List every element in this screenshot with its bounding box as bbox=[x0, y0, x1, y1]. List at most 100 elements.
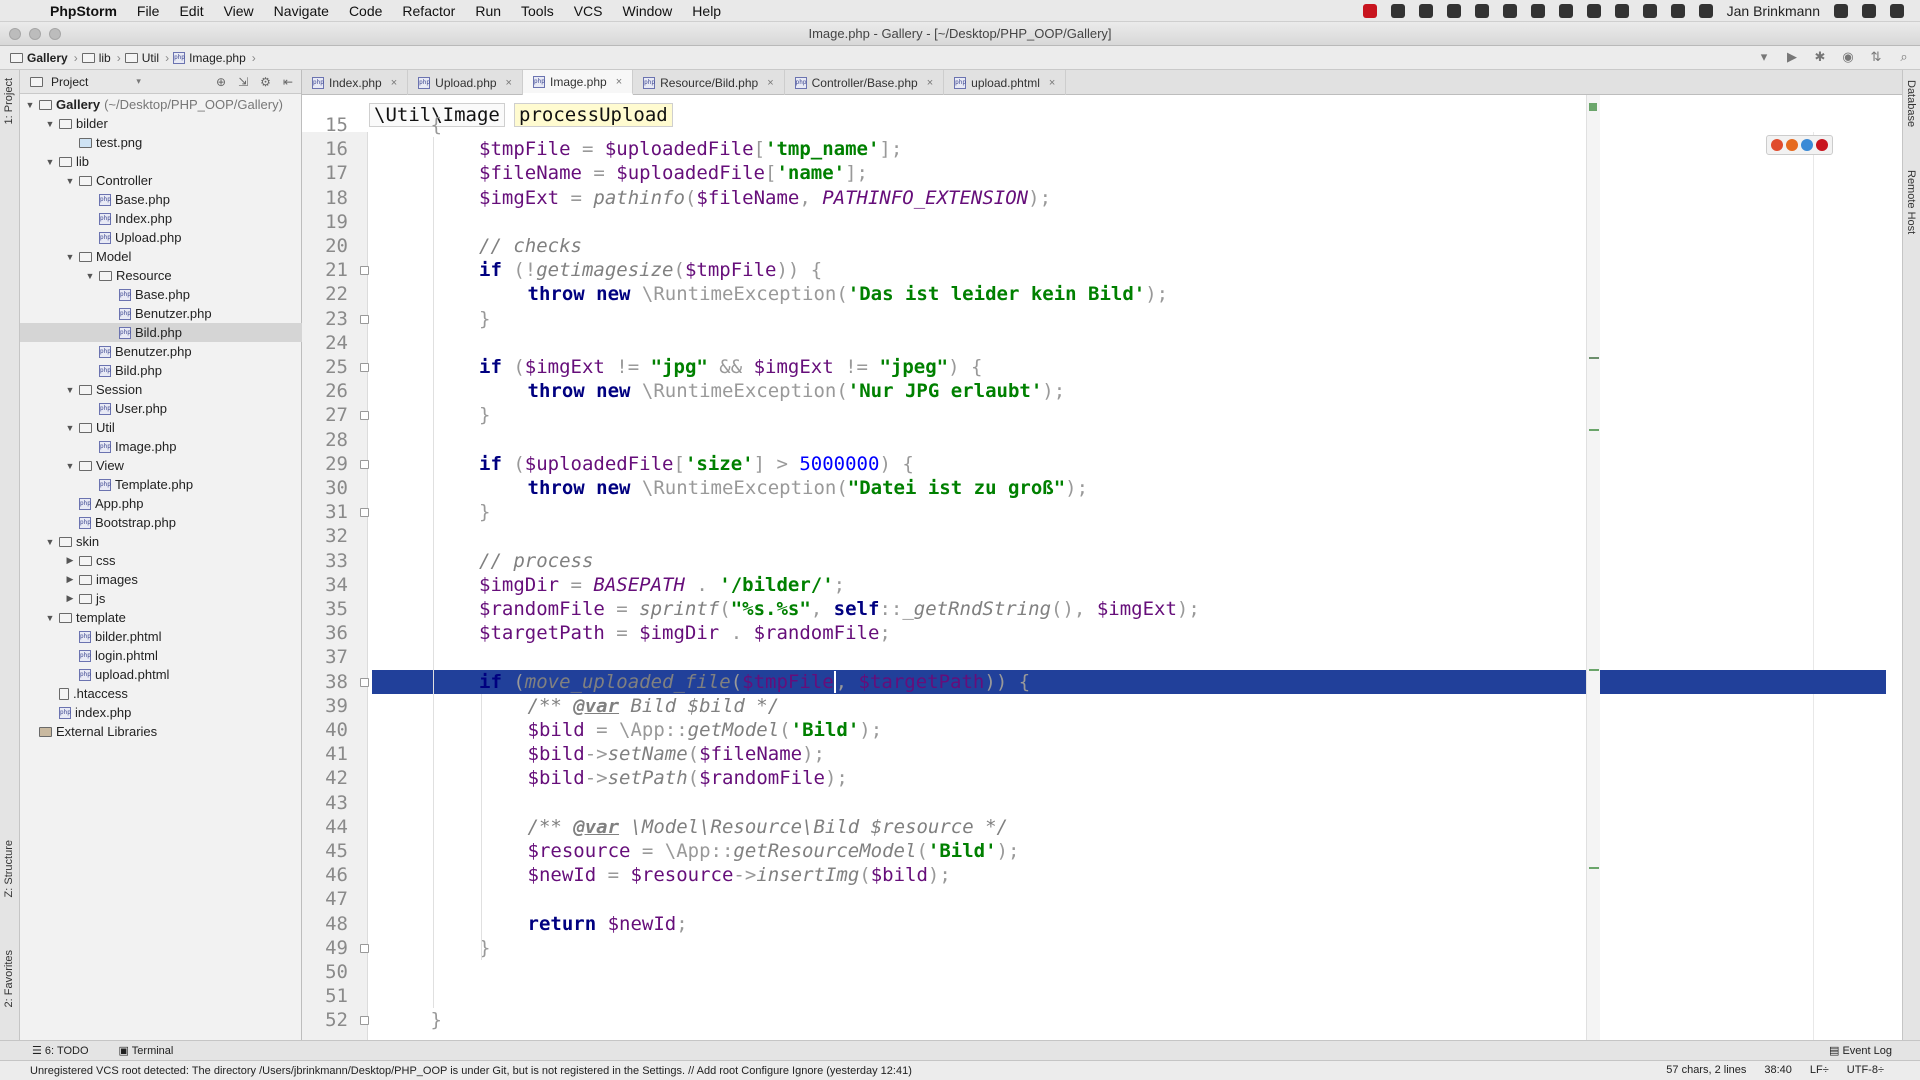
time-machine-icon[interactable] bbox=[1698, 4, 1713, 18]
menu-help[interactable]: Help bbox=[682, 3, 731, 19]
line-number[interactable]: 21 bbox=[302, 258, 348, 282]
collapse-arrow-icon[interactable]: ▶ bbox=[64, 574, 76, 585]
line-number[interactable]: 19 bbox=[302, 210, 348, 234]
line-number[interactable]: 27 bbox=[302, 403, 348, 427]
tray-cloud-icon[interactable] bbox=[1530, 4, 1545, 18]
caret-position[interactable]: 38:40 bbox=[1764, 1064, 1792, 1076]
tray-display-icon[interactable] bbox=[1586, 4, 1601, 18]
tree-item[interactable]: php Bild.php bbox=[20, 323, 302, 342]
code-line[interactable]: if ($imgExt != "jpg" && $imgExt != "jpeg… bbox=[479, 355, 982, 379]
expand-arrow-icon[interactable]: ▼ bbox=[64, 461, 76, 471]
error-stripe-mark[interactable] bbox=[1589, 867, 1599, 869]
fold-marker-icon[interactable] bbox=[360, 459, 369, 469]
volume-icon[interactable] bbox=[1642, 4, 1657, 18]
tree-item[interactable]: php Benutzer.php bbox=[20, 342, 302, 361]
tree-item[interactable]: php Index.php bbox=[20, 209, 302, 228]
tree-item[interactable]: php Benutzer.php bbox=[20, 304, 302, 323]
error-stripe-mark[interactable] bbox=[1589, 429, 1599, 431]
chevron-down-icon[interactable]: ▾ bbox=[136, 76, 141, 87]
expand-arrow-icon[interactable]: ▼ bbox=[84, 271, 96, 281]
line-number[interactable]: 30 bbox=[302, 476, 348, 500]
tree-item[interactable]: ▶ js bbox=[20, 589, 302, 608]
fold-marker-icon[interactable] bbox=[360, 363, 369, 372]
breadcrumb-method[interactable]: processUpload bbox=[514, 103, 673, 127]
menu-run[interactable]: Run bbox=[465, 3, 511, 19]
collapse-arrow-icon[interactable]: ▶ bbox=[64, 593, 76, 604]
tree-item[interactable]: ▼ Model bbox=[20, 247, 302, 266]
menu-edit[interactable]: Edit bbox=[169, 3, 213, 19]
editor-tab[interactable]: php Resource/Bild.php × bbox=[633, 70, 785, 95]
line-number[interactable]: 51 bbox=[302, 984, 348, 1008]
code-line[interactable]: } bbox=[479, 403, 490, 427]
expand-arrow-icon[interactable]: ▼ bbox=[44, 613, 56, 623]
menu-vcs[interactable]: VCS bbox=[564, 3, 613, 19]
nav-crumb-image[interactable]: php Image.php › bbox=[173, 51, 260, 65]
fold-marker-icon[interactable] bbox=[360, 1016, 369, 1026]
tree-item[interactable]: ▶ images bbox=[20, 570, 302, 589]
editor-tab[interactable]: php upload.phtml × bbox=[944, 70, 1067, 95]
line-number[interactable]: 15 bbox=[302, 113, 348, 137]
favorites-tool-button[interactable]: 2: Favorites bbox=[3, 950, 15, 1007]
line-number[interactable]: 37 bbox=[302, 645, 348, 669]
recording-icon[interactable] bbox=[1362, 4, 1377, 18]
tree-item[interactable]: test.png bbox=[20, 133, 302, 152]
code-line[interactable]: $resource = \App::getResourceModel('Bild… bbox=[528, 839, 1020, 863]
line-number[interactable]: 28 bbox=[302, 428, 348, 452]
line-number[interactable]: 47 bbox=[302, 887, 348, 911]
code-line[interactable]: } bbox=[431, 1008, 442, 1032]
line-number[interactable]: 39 bbox=[302, 694, 348, 718]
line-number[interactable]: 26 bbox=[302, 379, 348, 403]
nav-crumb-gallery[interactable]: Gallery › bbox=[10, 51, 82, 65]
line-number[interactable]: 31 bbox=[302, 500, 348, 524]
tray-box-icon[interactable] bbox=[1502, 4, 1517, 18]
line-number[interactable]: 48 bbox=[302, 912, 348, 936]
tree-item[interactable]: php Base.php bbox=[20, 285, 302, 304]
code-line[interactable]: throw new \RuntimeException('Nur JPG erl… bbox=[528, 379, 1066, 403]
database-tool-button[interactable]: Database bbox=[1905, 80, 1917, 127]
error-stripe-mark[interactable] bbox=[1589, 357, 1599, 359]
tree-item[interactable]: php index.php bbox=[20, 703, 302, 722]
tree-item[interactable]: php upload.phtml bbox=[20, 665, 302, 684]
code-line[interactable]: throw new \RuntimeException('Das ist lei… bbox=[528, 282, 1169, 306]
tree-item[interactable]: ▼ template bbox=[20, 608, 302, 627]
menu-tools[interactable]: Tools bbox=[511, 3, 564, 19]
tree-item[interactable]: ▼ Gallery (~/Desktop/PHP_OOP/Gallery) bbox=[20, 95, 302, 114]
line-number[interactable]: 22 bbox=[302, 282, 348, 306]
line-number[interactable]: 44 bbox=[302, 815, 348, 839]
code-line[interactable]: /** @var \Model\Resource\Bild $resource … bbox=[528, 815, 1008, 839]
expand-arrow-icon[interactable]: ▼ bbox=[44, 119, 56, 129]
code-line[interactable]: if (!getimagesize($tmpFile)) { bbox=[479, 258, 822, 282]
tree-item[interactable]: php Template.php bbox=[20, 475, 302, 494]
code-line[interactable]: if (move_uploaded_file($tmpFile, $target… bbox=[479, 670, 1030, 694]
close-window-button[interactable] bbox=[9, 28, 21, 40]
tree-item[interactable]: php User.php bbox=[20, 399, 302, 418]
line-number[interactable]: 24 bbox=[302, 331, 348, 355]
close-tab-icon[interactable]: × bbox=[927, 77, 933, 89]
editor-tab[interactable]: php Controller/Base.php × bbox=[785, 70, 945, 95]
close-tab-icon[interactable]: × bbox=[1049, 77, 1055, 89]
line-number[interactable]: 33 bbox=[302, 549, 348, 573]
close-tab-icon[interactable]: × bbox=[616, 76, 622, 88]
evernote-icon[interactable] bbox=[1558, 4, 1573, 18]
expand-arrow-icon[interactable]: ▼ bbox=[64, 176, 76, 186]
line-number[interactable]: 16 bbox=[302, 137, 348, 161]
expand-arrow-icon[interactable]: ▼ bbox=[64, 385, 76, 395]
line-number[interactable]: 45 bbox=[302, 839, 348, 863]
notification-center-icon[interactable] bbox=[1890, 4, 1904, 18]
todo-tool-button[interactable]: ☰ 6: TODO bbox=[32, 1044, 89, 1057]
code-line[interactable]: $fileName = $uploadedFile['name']; bbox=[479, 161, 868, 185]
run-config-dropdown-icon[interactable]: ▾ bbox=[1756, 49, 1772, 65]
debug-icon[interactable]: ✱ bbox=[1812, 49, 1828, 65]
tree-item[interactable]: ▶ css bbox=[20, 551, 302, 570]
code-line[interactable]: throw new \RuntimeException("Datei ist z… bbox=[528, 476, 1089, 500]
tree-item[interactable]: ▼ Resource bbox=[20, 266, 302, 285]
event-log-button[interactable]: ▤ Event Log bbox=[1829, 1044, 1892, 1057]
tree-item[interactable]: php bilder.phtml bbox=[20, 627, 302, 646]
line-number[interactable]: 38 bbox=[302, 670, 348, 694]
nav-crumb-util[interactable]: Util › bbox=[124, 51, 173, 65]
editor-tab[interactable]: php Image.php × bbox=[522, 70, 634, 95]
code-line[interactable]: $randomFile = sprintf("%s.%s", self::_ge… bbox=[479, 597, 1200, 621]
line-number[interactable]: 17 bbox=[302, 161, 348, 185]
collapse-arrow-icon[interactable]: ▶ bbox=[64, 555, 76, 566]
user-icon[interactable] bbox=[1834, 4, 1848, 18]
